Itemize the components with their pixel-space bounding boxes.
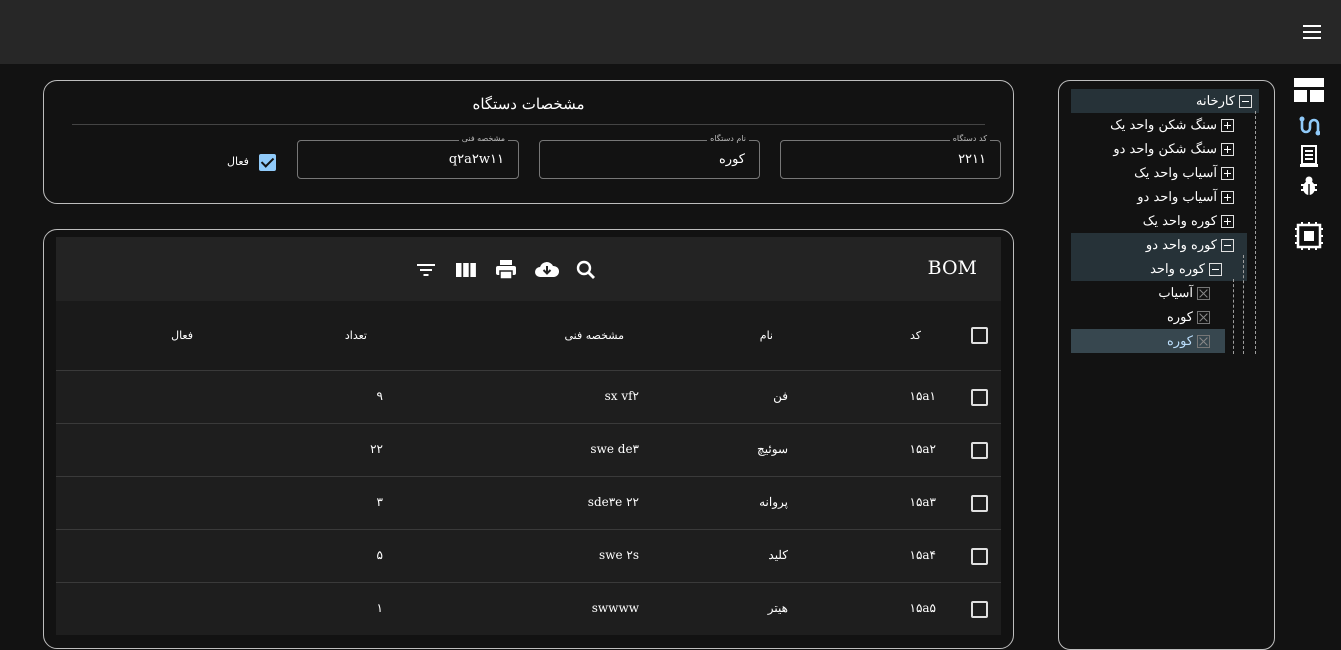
expand-icon[interactable]	[1221, 118, 1234, 132]
row-checkbox[interactable]	[971, 442, 988, 459]
tree-item-furnace-leaf[interactable]: کوره	[1167, 305, 1216, 329]
pipe-connection-icon[interactable]	[1276, 112, 1341, 140]
tree-item-factory[interactable]: کارخانه	[1196, 89, 1258, 113]
device-code-field[interactable]: کد دستگاه ۲۲۱۱	[780, 134, 1001, 179]
cell-code: ۱۵a۱	[909, 389, 937, 403]
active-label: فعال	[227, 155, 249, 168]
table-header: کد نام مشخصه فنی تعداد فعال	[56, 301, 1001, 371]
leaf-node-icon	[1197, 334, 1210, 348]
cell-count: ۹	[376, 389, 383, 403]
table-row[interactable]: ۱۵a۱ فن sx vf۲ ۹	[56, 371, 1001, 424]
leaf-node-icon	[1197, 310, 1210, 324]
expand-icon[interactable]	[1221, 190, 1234, 204]
column-name[interactable]: نام	[760, 329, 773, 342]
cell-spec: sx vf۲	[604, 389, 639, 403]
view-column-icon[interactable]	[455, 259, 477, 281]
column-spec[interactable]: مشخصه فنی	[565, 329, 625, 342]
cell-name: سوئیچ	[757, 442, 788, 456]
expand-icon[interactable]	[1221, 142, 1234, 156]
cell-count: ۲۲	[370, 442, 383, 456]
tree-item-furnace-1[interactable]: کوره واحد یک	[1143, 209, 1240, 233]
cell-spec: swwww	[591, 601, 639, 615]
table-row[interactable]: ۱۵a۳ پروانه sde۳e ۲۲ ۳	[56, 477, 1001, 530]
tree-item-crusher-1[interactable]: سنگ شکن واحد یک	[1110, 113, 1240, 137]
device-name-field[interactable]: نام دستگاه کوره	[539, 134, 760, 179]
print-icon[interactable]	[495, 259, 517, 281]
app-bar	[0, 0, 1341, 64]
leaf-node-icon	[1197, 286, 1210, 300]
tree-item-mill-1[interactable]: آسیاب واحد یک	[1134, 161, 1240, 185]
side-rail	[1276, 64, 1341, 635]
bom-toolbar: BOM	[56, 237, 1001, 301]
bom-title: BOM	[927, 257, 977, 279]
cell-count: ۱	[376, 601, 383, 615]
cell-spec: swe ۲s	[599, 548, 639, 562]
filter-icon[interactable]	[415, 259, 437, 281]
search-icon[interactable]	[575, 259, 597, 281]
active-checkbox[interactable]	[259, 154, 276, 171]
collapse-icon[interactable]	[1239, 94, 1252, 108]
row-checkbox[interactable]	[971, 389, 988, 406]
cell-spec: swe de۳	[590, 442, 639, 456]
menu-icon[interactable]	[1301, 22, 1323, 42]
cell-count: ۳	[376, 495, 383, 509]
expand-icon[interactable]	[1221, 214, 1234, 228]
cell-code: ۱۵a۳	[909, 495, 937, 509]
memory-chip-icon[interactable]	[1276, 222, 1341, 250]
bug-icon[interactable]	[1276, 172, 1341, 200]
device-specs-card: مشخصات دستگاه کد دستگاه ۲۲۱۱ نام دستگاه …	[43, 80, 1014, 204]
cell-spec: sde۳e ۲۲	[587, 495, 639, 509]
plant-tree-panel: کارخانه سنگ شکن واحد یک سنگ شکن واحد دو …	[1058, 80, 1275, 650]
tree-item-mill-leaf[interactable]: آسیاب	[1158, 281, 1216, 305]
divider	[72, 124, 985, 125]
select-all-checkbox[interactable]	[971, 327, 988, 344]
column-code[interactable]: کد	[910, 329, 921, 342]
cell-name: فن	[773, 389, 788, 403]
device-specs-title: مشخصات دستگاه	[472, 95, 585, 113]
cell-name: پروانه	[759, 495, 788, 509]
table-row[interactable]: ۱۵a۲ سوئیچ swe de۳ ۲۲	[56, 424, 1001, 477]
table-row[interactable]: ۱۵a۴ کلید swe ۲s ۵	[56, 530, 1001, 583]
row-checkbox[interactable]	[971, 495, 988, 512]
cell-name: کلید	[768, 548, 788, 562]
column-count[interactable]: تعداد	[345, 329, 367, 342]
tree-item-mill-2[interactable]: آسیاب واحد دو	[1137, 185, 1240, 209]
cell-count: ۵	[376, 548, 383, 562]
tree-item-furnace-unit[interactable]: کوره واحد	[1150, 257, 1228, 281]
cell-code: ۱۵a۴	[909, 548, 937, 562]
collapse-icon[interactable]	[1209, 262, 1222, 276]
column-active[interactable]: فعال	[171, 329, 193, 342]
row-checkbox[interactable]	[971, 601, 988, 618]
tree-item-furnace-selected[interactable]: کوره	[1167, 329, 1216, 353]
cell-code: ۱۵a۵	[909, 601, 937, 615]
table-row[interactable]: ۱۵a۵ هیتر swwww ۱	[56, 583, 1001, 635]
collapse-icon[interactable]	[1221, 238, 1234, 252]
tree-item-crusher-2[interactable]: سنگ شکن واحد دو	[1113, 137, 1240, 161]
bom-table: BOM کد نام مشخصه فنی تعداد فعال ۱۵a۱ فن …	[56, 237, 1001, 635]
cell-code: ۱۵a۲	[909, 442, 937, 456]
cloud-download-icon[interactable]	[534, 259, 560, 281]
document-icon[interactable]	[1276, 142, 1341, 170]
cell-name: هیتر	[767, 601, 788, 615]
tree-item-furnace-2[interactable]: کوره واحد دو	[1146, 233, 1240, 257]
device-spec-field[interactable]: مشخصه فنی q۲a۲w۱۱	[297, 134, 519, 179]
dashboard-layout-icon[interactable]	[1276, 76, 1341, 104]
row-checkbox[interactable]	[971, 548, 988, 565]
expand-icon[interactable]	[1221, 166, 1234, 180]
